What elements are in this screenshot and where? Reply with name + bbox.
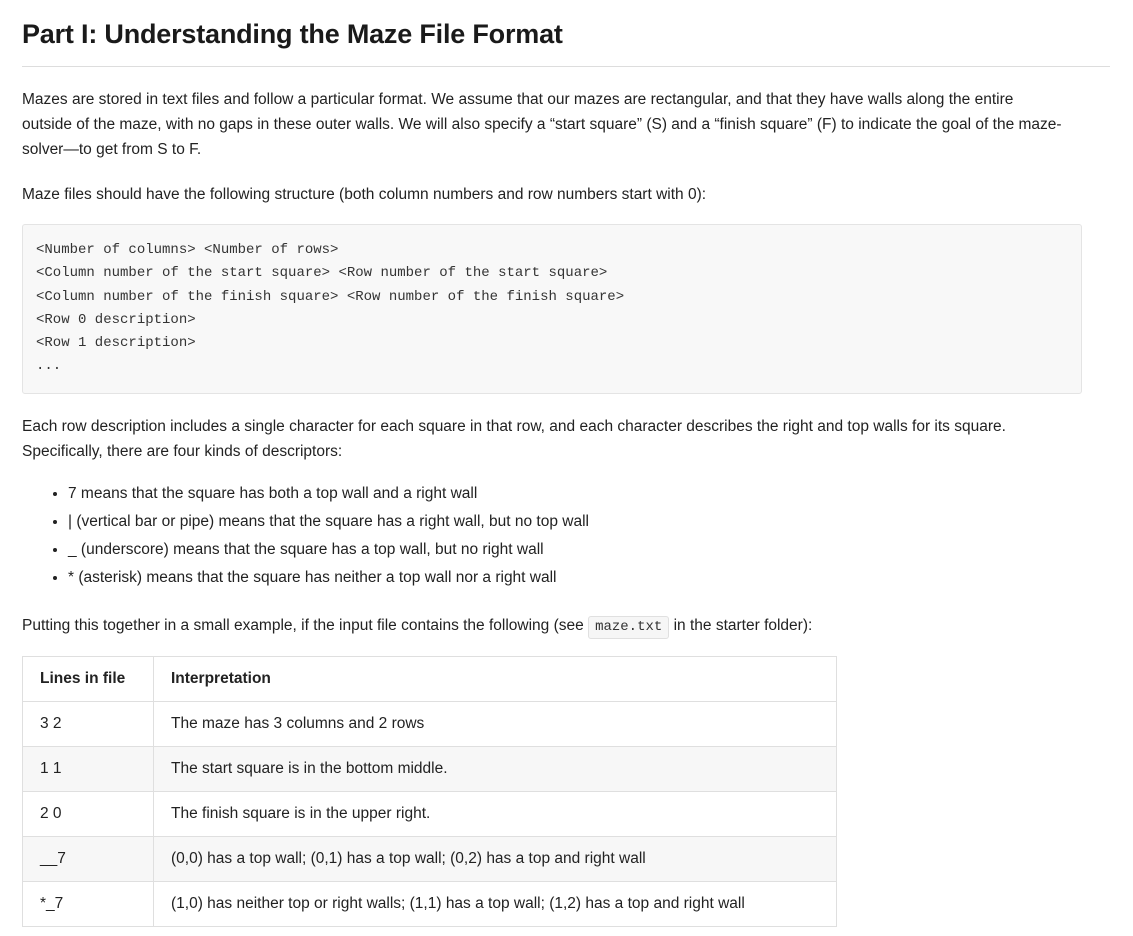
maze-file-inline-code: maze.txt [588, 615, 670, 639]
column-header-interpretation: Interpretation [153, 656, 837, 703]
example-lead-text-before: Putting this together in a small example… [22, 616, 584, 634]
table-row: 1 1 The start square is in the bottom mi… [22, 746, 837, 793]
list-item: | (vertical bar or pipe) means that the … [68, 508, 1111, 536]
descriptor-list: 7 means that the square has both a top w… [22, 480, 1111, 593]
table-head: Lines in file Interpretation [22, 656, 837, 703]
table-header-row: Lines in file Interpretation [22, 656, 837, 703]
document-page: Part I: Understanding the Maze File Form… [0, 0, 1133, 928]
cell-line-value: 2 0 [22, 791, 154, 838]
cell-line-value: 3 2 [22, 701, 154, 748]
cell-line-value: __7 [22, 836, 154, 883]
table-row: 3 2 The maze has 3 columns and 2 rows [22, 701, 837, 748]
structure-lead-paragraph: Maze files should have the following str… [22, 186, 707, 204]
interpretation-table: Lines in file Interpretation 3 2 The maz… [22, 656, 837, 928]
table-row: 2 0 The finish square is in the upper ri… [22, 791, 837, 838]
cell-interpretation-value: (1,0) has neither top or right walls; (1… [153, 881, 837, 928]
cell-interpretation-value: The maze has 3 columns and 2 rows [153, 701, 837, 748]
intro-paragraph: Mazes are stored in text files and follo… [22, 90, 1062, 158]
list-item: 7 means that the square has both a top w… [68, 480, 1111, 508]
cell-interpretation-value: The start square is in the bottom middle… [153, 746, 837, 793]
table-body: 3 2 The maze has 3 columns and 2 rows 1 … [22, 701, 837, 928]
cell-interpretation-value: (0,0) has a top wall; (0,1) has a top wa… [153, 836, 837, 883]
column-header-lines-in-file: Lines in file [22, 656, 154, 703]
example-lead-text-after: in the starter folder): [673, 616, 813, 634]
cell-line-value: *_7 [22, 881, 154, 928]
title-divider [22, 65, 1110, 67]
list-item: _ (underscore) means that the square has… [68, 536, 1111, 564]
table-row: __7 (0,0) has a top wall; (0,1) has a to… [22, 836, 837, 883]
list-item: * (asterisk) means that the square has n… [68, 564, 1111, 592]
page-title: Part I: Understanding the Maze File Form… [22, 19, 563, 49]
example-lead-paragraph: Putting this together in a small example… [22, 613, 1066, 639]
cell-interpretation-value: The finish square is in the upper right. [153, 791, 837, 838]
row-description-paragraph: Each row description includes a single c… [22, 417, 1006, 460]
table-row: *_7 (1,0) has neither top or right walls… [22, 881, 837, 928]
maze-format-code-block: <Number of columns> <Number of rows> <Co… [22, 224, 1082, 394]
cell-line-value: 1 1 [22, 746, 154, 793]
